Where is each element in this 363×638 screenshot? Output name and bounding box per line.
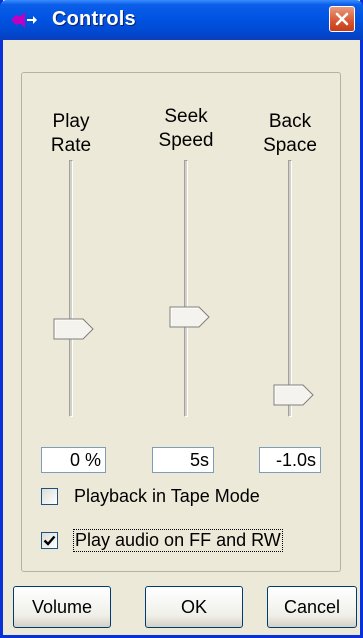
- volume-button[interactable]: Volume: [13, 586, 111, 628]
- controls-dialog: Controls Play Rate 0 % Seek Speed 5s Bac…: [0, 0, 363, 638]
- seek-speed-track[interactable]: [184, 160, 188, 417]
- checkmark-icon: [43, 535, 56, 546]
- title-bar[interactable]: Controls: [0, 0, 363, 40]
- back-space-slider-thumb[interactable]: [273, 384, 315, 406]
- cancel-button[interactable]: Cancel: [267, 586, 357, 628]
- back-space-value[interactable]: -1.0s: [259, 447, 321, 473]
- tape-mode-label: Playback in Tape Mode: [74, 485, 260, 506]
- play-rate-label: Play Rate: [50, 111, 92, 156]
- play-audio-checkbox[interactable]: [41, 531, 58, 549]
- back-space-track[interactable]: [288, 160, 292, 417]
- tape-mode-option[interactable]: Playback in Tape Mode: [41, 484, 260, 508]
- play-audio-label: Play audio on FF and RW: [73, 528, 283, 552]
- seek-speed-slider-thumb[interactable]: [169, 306, 211, 328]
- tape-mode-checkbox[interactable]: [41, 487, 58, 505]
- ok-button[interactable]: OK: [145, 586, 243, 628]
- play-rate-track[interactable]: [69, 160, 73, 417]
- speaker-arrows-icon: [11, 12, 37, 28]
- seek-speed-label: Seek Speed: [158, 106, 214, 151]
- seek-speed-value[interactable]: 5s: [152, 447, 214, 473]
- close-icon: [335, 12, 349, 26]
- close-button[interactable]: [329, 6, 355, 32]
- window-title: Controls: [52, 8, 136, 30]
- play-audio-option[interactable]: Play audio on FF and RW: [41, 528, 283, 552]
- play-rate-slider-thumb[interactable]: [53, 318, 95, 340]
- play-rate-value[interactable]: 0 %: [41, 447, 106, 473]
- back-space-label: Back Space: [263, 111, 317, 156]
